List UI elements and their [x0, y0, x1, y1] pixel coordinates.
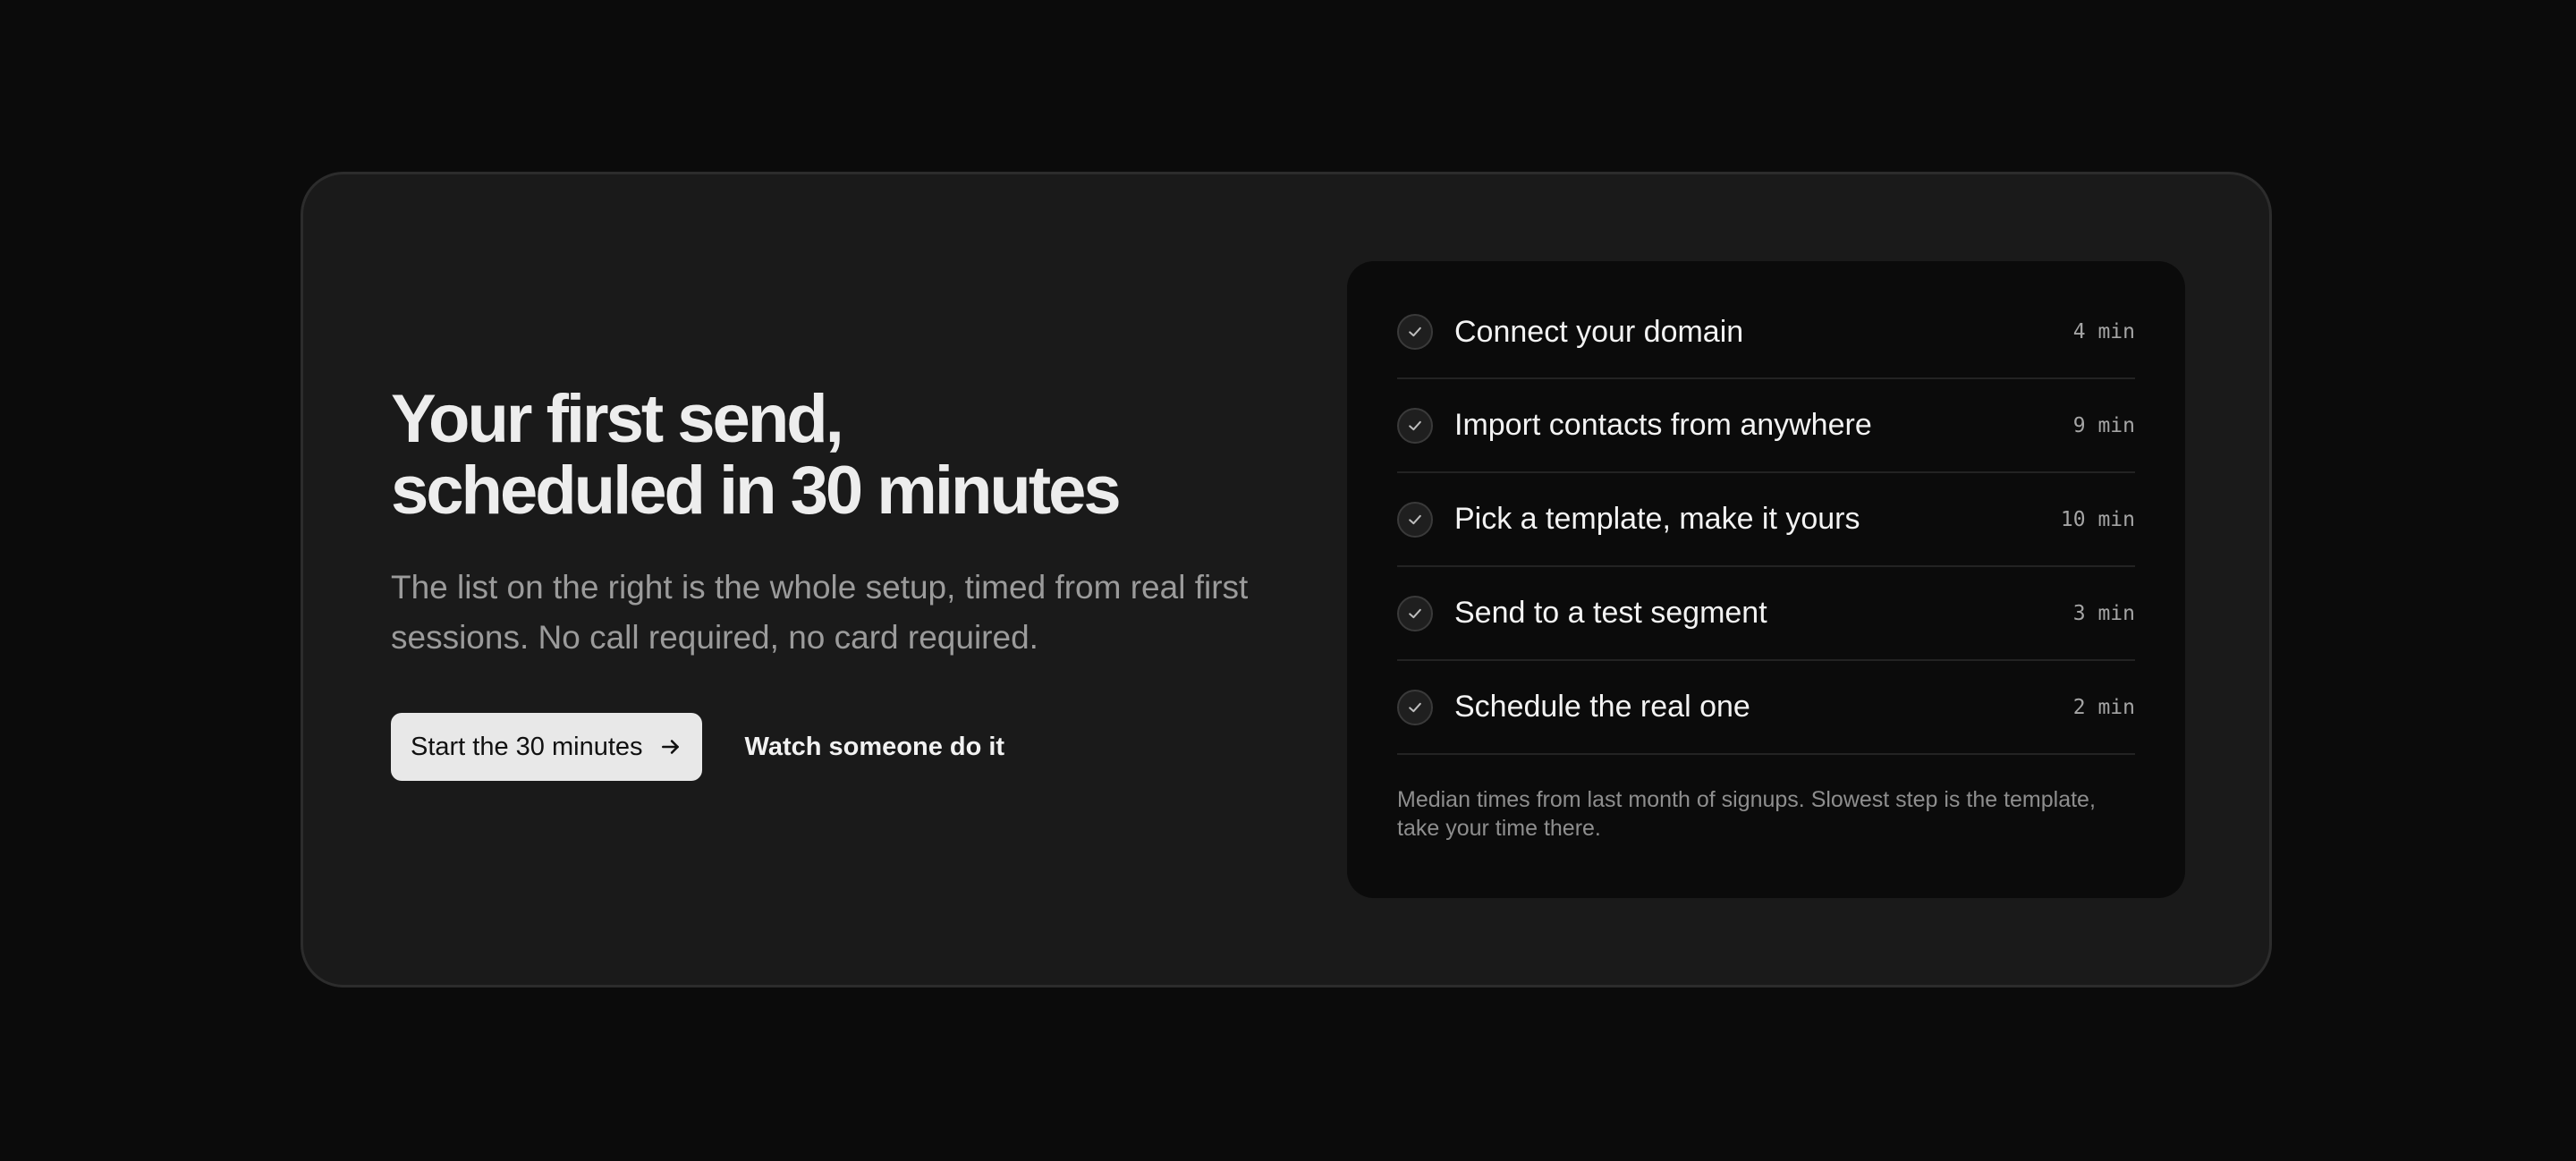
step-time: 2 min	[2072, 695, 2135, 719]
start-button[interactable]: Start the 30 minutes	[391, 713, 702, 781]
step-time: 4 min	[2072, 320, 2135, 343]
check-icon	[1397, 689, 1433, 725]
step-label: Pick a template, make it yours	[1454, 502, 1860, 536]
checklist-footnote: Median times from last month of signups.…	[1397, 787, 2096, 841]
hero-actions: Start the 30 minutes Watch someone do it	[391, 713, 1004, 781]
hero-section: Your first send, scheduled in 30 minutes…	[391, 384, 1285, 781]
step-time: 3 min	[2072, 601, 2135, 625]
headline-line-1: Your first send,	[391, 381, 844, 457]
check-icon	[1397, 595, 1433, 631]
headline-line-2: scheduled in 30 minutes	[391, 453, 1122, 529]
arrow-right-icon	[659, 735, 682, 758]
step-label: Schedule the real one	[1454, 690, 1750, 724]
subtitle: The list on the right is the whole setup…	[391, 569, 1249, 656]
checklist-step-import-contacts[interactable]: Import contacts from anywhere 9 min	[1397, 379, 2135, 473]
checklist-step-connect-domain[interactable]: Connect your domain 4 min	[1397, 308, 2135, 379]
step-label: Connect your domain	[1454, 314, 1744, 349]
step-time: 9 min	[2072, 413, 2135, 437]
check-icon	[1397, 407, 1433, 444]
checklist-step-schedule[interactable]: Schedule the real one 2 min	[1397, 661, 2135, 755]
checklist-steps: Connect your domain 4 min Import contact…	[1397, 261, 2135, 755]
checklist-step-test-segment[interactable]: Send to a test segment 3 min	[1397, 567, 2135, 661]
step-label: Send to a test segment	[1454, 596, 1767, 630]
setup-checklist: Connect your domain 4 min Import contact…	[1347, 261, 2185, 898]
step-time: 10 min	[2060, 507, 2135, 531]
watch-demo-button[interactable]: Watch someone do it	[745, 733, 1005, 762]
step-label: Import contacts from anywhere	[1454, 408, 1872, 442]
check-icon	[1397, 314, 1433, 350]
check-icon	[1397, 501, 1433, 538]
start-button-label: Start the 30 minutes	[411, 732, 643, 761]
onboarding-card: Your first send, scheduled in 30 minutes…	[301, 172, 2272, 987]
headline: Your first send, scheduled in 30 minutes	[391, 384, 1285, 527]
checklist-step-pick-template[interactable]: Pick a template, make it yours 10 min	[1397, 473, 2135, 567]
